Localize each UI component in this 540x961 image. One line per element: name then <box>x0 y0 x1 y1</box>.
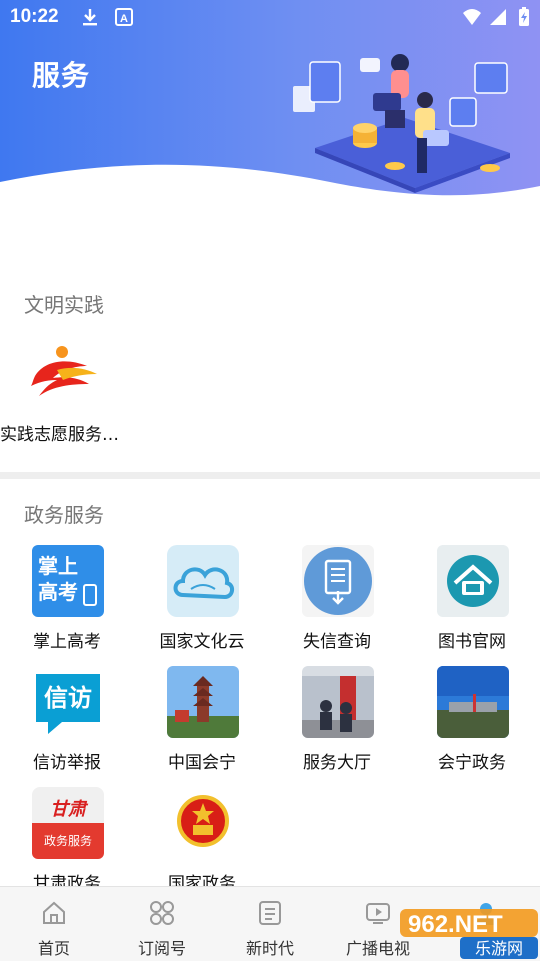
xinfang-icon: 信访 <box>32 666 104 738</box>
tower-photo-icon <box>167 666 239 738</box>
svg-text:信访: 信访 <box>44 684 92 712</box>
svg-text:政务服务: 政务服务 <box>44 833 92 848</box>
national-emblem-icon <box>167 787 239 859</box>
section-divider <box>0 472 540 479</box>
subscribe-icon <box>150 901 174 925</box>
nav-label: 首页 <box>37 939 70 958</box>
service-item-label: 服务大厅 <box>303 753 371 773</box>
service-item-huining-zhengwu[interactable]: 会宁政务 <box>405 666 539 786</box>
section-title-zhengwu: 政务服务 <box>24 503 104 527</box>
service-item-zhongguo-huining[interactable]: 中国会宁 <box>135 666 269 786</box>
battery-icon <box>519 7 529 26</box>
svg-text:掌上: 掌上 <box>38 554 78 578</box>
huining-photo-icon <box>437 666 509 738</box>
news-icon <box>259 901 281 925</box>
volunteer-logo-icon <box>31 346 97 396</box>
culture-cloud-icon <box>167 545 239 617</box>
svg-text:A: A <box>120 13 128 25</box>
signal-icon <box>490 9 506 25</box>
nav-label: 新时代 <box>245 939 294 958</box>
nav-item-new-era[interactable]: 新时代 <box>216 887 324 961</box>
service-item-label: 国家文化云 <box>159 632 245 652</box>
gansu-icon: 甘肃 政务服务 <box>32 787 104 859</box>
tv-icon <box>366 903 390 924</box>
document-download-icon <box>302 545 374 617</box>
nav-item-subscribe[interactable]: 订阅号 <box>108 887 216 961</box>
status-bar: 10:22 A <box>0 0 540 36</box>
wenming-item-label: 实践志愿服务… <box>0 425 119 445</box>
home-icon <box>43 901 65 924</box>
service-item-label: 信访举报 <box>33 753 101 773</box>
service-item-label: 失信查询 <box>303 632 371 652</box>
svg-text:甘肃: 甘肃 <box>50 799 89 820</box>
nav-label: 订阅号 <box>137 939 186 958</box>
page-title: 服务 <box>32 59 91 92</box>
hero-illustration <box>293 54 510 193</box>
service-item-xinfang[interactable]: 信访 信访举报 <box>0 666 134 786</box>
gaokao-icon: 掌上 高考 <box>32 545 104 617</box>
service-item-service-hall[interactable]: 服务大厅 <box>270 666 404 786</box>
service-item-library[interactable]: 图书官网 <box>405 545 539 665</box>
service-hall-photo-icon <box>302 666 374 738</box>
watermark-bottom-text: 乐游网 <box>475 939 523 958</box>
font-a-icon: A <box>115 8 133 26</box>
wifi-icon <box>463 9 481 25</box>
service-item-label: 掌上高考 <box>33 632 101 652</box>
service-item-gaokao[interactable]: 掌上 高考 掌上高考 <box>0 545 134 665</box>
service-item-label: 会宁政务 <box>438 753 506 773</box>
section-title-wenming: 文明实践 <box>24 293 104 317</box>
service-item-label: 中国会宁 <box>168 753 236 773</box>
download-icon <box>83 9 97 26</box>
status-time: 10:22 <box>10 6 59 27</box>
svg-text:高考: 高考 <box>38 580 78 604</box>
library-icon <box>437 545 509 617</box>
service-item-credit-query[interactable]: 失信查询 <box>270 545 404 665</box>
nav-item-home[interactable]: 首页 <box>0 887 108 961</box>
watermark-top-text: 962.NET <box>408 911 503 938</box>
service-item-label: 图书官网 <box>438 632 506 652</box>
watermark-logo: 962.NET 乐游网 <box>400 909 538 959</box>
service-item-culture-cloud[interactable]: 国家文化云 <box>135 545 269 665</box>
